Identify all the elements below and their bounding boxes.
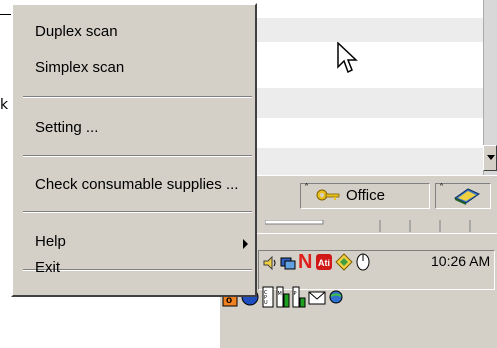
diamond-icon[interactable] [335, 253, 353, 271]
svg-text:P: P [294, 291, 297, 297]
svg-text:M: M [278, 291, 282, 297]
cpu-meter-icon[interactable]: C P U [262, 286, 274, 308]
mouse-icon[interactable] [355, 251, 371, 271]
chevron-up-icon[interactable]: ˄ [304, 183, 309, 194]
svg-text:Ati: Ati [318, 258, 330, 268]
mem-meter-icon[interactable]: M [276, 286, 290, 308]
context-menu: Duplex scan Simplex scan Setting ... Che… [11, 3, 257, 297]
menu-separator [23, 96, 252, 98]
key-icon[interactable] [316, 188, 340, 202]
menu-item-check-consumable-supplies[interactable]: Check consumable supplies ... [35, 176, 238, 193]
mail-icon[interactable] [308, 291, 326, 305]
norton-icon[interactable]: N [298, 251, 312, 274]
svg-text:U: U [264, 300, 268, 306]
ati-icon[interactable]: Ati [315, 253, 333, 271]
office-toolbar-label[interactable]: Office [346, 187, 385, 204]
globe-icon-2[interactable] [328, 289, 344, 305]
page-meter-icon[interactable]: P [292, 286, 306, 308]
stray-character: k [0, 97, 9, 113]
scroll-down-button[interactable] [483, 145, 497, 171]
menu-item-duplex-scan[interactable]: Duplex scan [35, 23, 118, 40]
chevron-up-icon-2[interactable]: ˄ [439, 183, 444, 194]
menu-separator [23, 155, 252, 157]
menu-item-setting[interactable]: Setting ... [35, 119, 98, 136]
list-view[interactable] [255, 0, 483, 175]
menu-separator [23, 211, 252, 213]
network-icon[interactable] [280, 255, 296, 271]
menu-item-exit[interactable]: Exit [35, 259, 60, 276]
menu-item-help[interactable]: Help [35, 233, 66, 250]
clock[interactable]: 10:26 AM [431, 253, 490, 269]
submenu-arrow-icon [243, 239, 248, 249]
mouse-cursor-icon [337, 42, 358, 74]
menu-item-simplex-scan[interactable]: Simplex scan [35, 59, 124, 76]
book-icon[interactable] [452, 186, 482, 206]
speaker-icon[interactable] [262, 255, 278, 271]
taskbar-slots [265, 220, 471, 232]
